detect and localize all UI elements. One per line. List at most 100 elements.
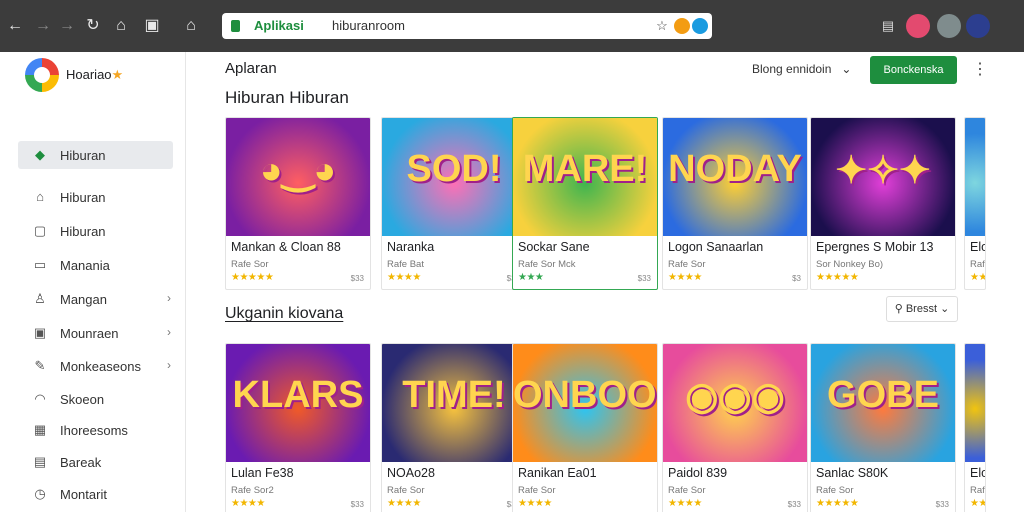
sidebar-item-1[interactable]: ⌂ Hiburan (18, 183, 173, 211)
rating-stars: ★★★★ (668, 498, 702, 509)
forward-icon[interactable]: → (32, 15, 54, 37)
avatar-icon[interactable] (937, 14, 961, 38)
app-card[interactable]: ✦✧✦ Epergnes S Mobir 13 Sor Nonkey Bo) ★★★★… (810, 117, 956, 290)
app-price: $33 (935, 500, 949, 509)
app-thumbnail[interactable]: TIME! (382, 344, 526, 462)
box-icon: ▣ (33, 325, 47, 340)
rating-stars: ★★★★ (668, 272, 702, 283)
app-thumbnail[interactable]: KLARS (226, 344, 370, 462)
back-icon[interactable]: ← (4, 15, 26, 37)
sidebar-item-7[interactable]: ◠ Skoeon (18, 385, 173, 413)
filter-button[interactable]: ⚲ Bresst ⌄ (886, 296, 958, 322)
rating-stars: ★★★★ (518, 498, 552, 509)
sort-dropdown[interactable]: Blong ennidoin ⌄ (752, 62, 851, 76)
sidebar-item-6[interactable]: ✎ Monkeaseons › (18, 352, 173, 380)
app-card[interactable]: NODAY Logon Sanaarlan Rafe Sor ★★★★ $3 (662, 117, 808, 290)
forward-alt-icon[interactable]: → (56, 15, 78, 37)
brand-name[interactable]: Hoariao★ (66, 67, 123, 83)
sidebar-item-label: Hiburan (60, 148, 106, 163)
sidebar-item-label: Hiburan (60, 224, 106, 239)
app-card[interactable]: MARE! Sockar Sane Rafe Sor Mck ★★★ $33 (512, 117, 658, 290)
lock-icon: ▤ (33, 454, 47, 469)
home-icon[interactable]: ⌂ (110, 15, 132, 37)
address-bar[interactable]: Aplikasi hiburanroom ☆ (222, 13, 712, 39)
app-price: $33 (350, 500, 364, 509)
brand-star-icon: ★ (111, 67, 124, 82)
sidebar-item-label: Mounraen (60, 326, 119, 341)
app-title[interactable]: Ranikan Ea01 (518, 466, 597, 480)
app-developer: Sor Nonkey Bo) (816, 259, 884, 270)
app-thumbnail[interactable]: ONBOON (513, 344, 657, 462)
app-title[interactable]: Sanlac S80K (816, 466, 888, 480)
brand-logo-icon[interactable] (25, 58, 59, 92)
app-developer: Rafe Sor (668, 259, 706, 270)
lock-icon (231, 20, 240, 32)
app-developer: Rafe Sor (816, 485, 854, 496)
home-icon: ⌂ (36, 189, 44, 204)
app-card[interactable]: ◕‿◕ Mankan & Cloan 88 Rafe Sor ★★★★★ $33 (225, 117, 371, 290)
app-developer: Rafe Sor (231, 259, 269, 270)
app-card[interactable]: ONBOON Ranikan Ea01 Rafe Sor ★★★★ (512, 343, 658, 512)
app-title[interactable]: Elo (970, 240, 985, 254)
app-developer: Rafe Sor2 (231, 485, 274, 496)
app-title[interactable]: Logon Sanaarlan (668, 240, 763, 254)
bookmark-star-icon[interactable]: ☆ (654, 18, 670, 34)
bag-icon: ▢ (33, 223, 47, 238)
app-title[interactable]: Elo (970, 466, 985, 480)
chevron-right-icon: › (167, 358, 171, 372)
sidebar-item-9[interactable]: ▤ Bareak (18, 448, 173, 476)
primary-button[interactable]: Bonckenska (870, 56, 957, 84)
rating-stars: ★★★★★ (816, 498, 859, 509)
app-thumbnail[interactable]: GOBE (811, 344, 955, 462)
app-thumbnail[interactable]: ◉◉◉ (663, 344, 807, 462)
sidebar-item-10[interactable]: ◷ Montarit (18, 480, 173, 508)
sidebar-item-label: Monkeaseons (60, 359, 141, 374)
app-thumbnail[interactable] (965, 344, 985, 462)
app-card[interactable]: Elo Raf ★★ (964, 117, 986, 290)
sidebar-item-label: Hiburan (60, 190, 106, 205)
app-card[interactable]: GOBE Sanlac S80K Rafe Sor ★★★★★ $33 (810, 343, 956, 512)
extension-blue-icon[interactable] (692, 18, 708, 34)
extension-orange-icon[interactable] (674, 18, 690, 34)
sidebar-item-label: Manania (60, 258, 110, 273)
app-title[interactable]: Paidol 839 (668, 466, 727, 480)
app-title[interactable]: NOAo28 (387, 466, 435, 480)
app-title[interactable]: Mankan & Cloan 88 (231, 240, 341, 254)
app-thumbnail[interactable]: MARE! (513, 118, 657, 236)
app-card[interactable]: ◉◉◉ Paidol 839 Rafe Sor ★★★★ $33 (662, 343, 808, 512)
sidebar-item-4[interactable]: ♙ Mangan › (18, 285, 173, 313)
profile-icon[interactable] (906, 14, 930, 38)
chevron-right-icon: › (167, 291, 171, 305)
app-title[interactable]: Lulan Fe38 (231, 466, 294, 480)
cast-icon[interactable]: ▤ (876, 14, 900, 38)
sidebar-item-0[interactable]: ◆ Hiburan (18, 141, 173, 169)
app-thumbnail[interactable]: ✦✧✦ (811, 118, 955, 236)
app-price: $33 (350, 274, 364, 283)
app-thumbnail[interactable]: NODAY (663, 118, 807, 236)
app-thumbnail-text: ◕‿◕ (259, 150, 337, 192)
section-title-2[interactable]: Ukganin kiovana (225, 305, 343, 323)
app-title[interactable]: Epergnes S Mobir 13 (816, 240, 933, 254)
app-thumbnail[interactable]: SOD! (382, 118, 526, 236)
home-alt-icon[interactable]: ⌂ (180, 15, 202, 37)
person-icon: ♙ (34, 291, 46, 306)
app-card[interactable]: Elo Raf ★★ (964, 343, 986, 512)
sidebar-item-5[interactable]: ▣ Mounraen › (18, 319, 173, 347)
sidebar-item-3[interactable]: ▭ Manania (18, 251, 173, 279)
save-page-icon[interactable]: ▣ (141, 15, 163, 37)
app-thumbnail-text: NODAY (668, 148, 802, 190)
app-thumbnail[interactable]: ◕‿◕ (226, 118, 370, 236)
sidebar-item-2[interactable]: ▢ Hiburan (18, 217, 173, 245)
app-card[interactable]: TIME!NOAo28Rafe Sor★★★★$33 (381, 343, 527, 512)
app-card[interactable]: SOD!NarankaRafe Bat★★★★$33 (381, 117, 527, 290)
app-thumbnail-text: ◉◉◉ (685, 376, 785, 418)
monitor-icon: ▭ (33, 257, 47, 272)
app-title[interactable]: Naranka (387, 240, 434, 254)
app-title[interactable]: Sockar Sane (518, 240, 590, 254)
more-menu-icon[interactable]: ⋮ (972, 59, 988, 79)
account-icon[interactable] (966, 14, 990, 38)
app-card[interactable]: KLARS Lulan Fe38 Rafe Sor2 ★★★★ $33 (225, 343, 371, 512)
reload-icon[interactable]: ↻ (82, 15, 104, 37)
sidebar-item-8[interactable]: ▦ Ihoreesoms (18, 416, 173, 444)
app-thumbnail[interactable] (965, 118, 985, 236)
